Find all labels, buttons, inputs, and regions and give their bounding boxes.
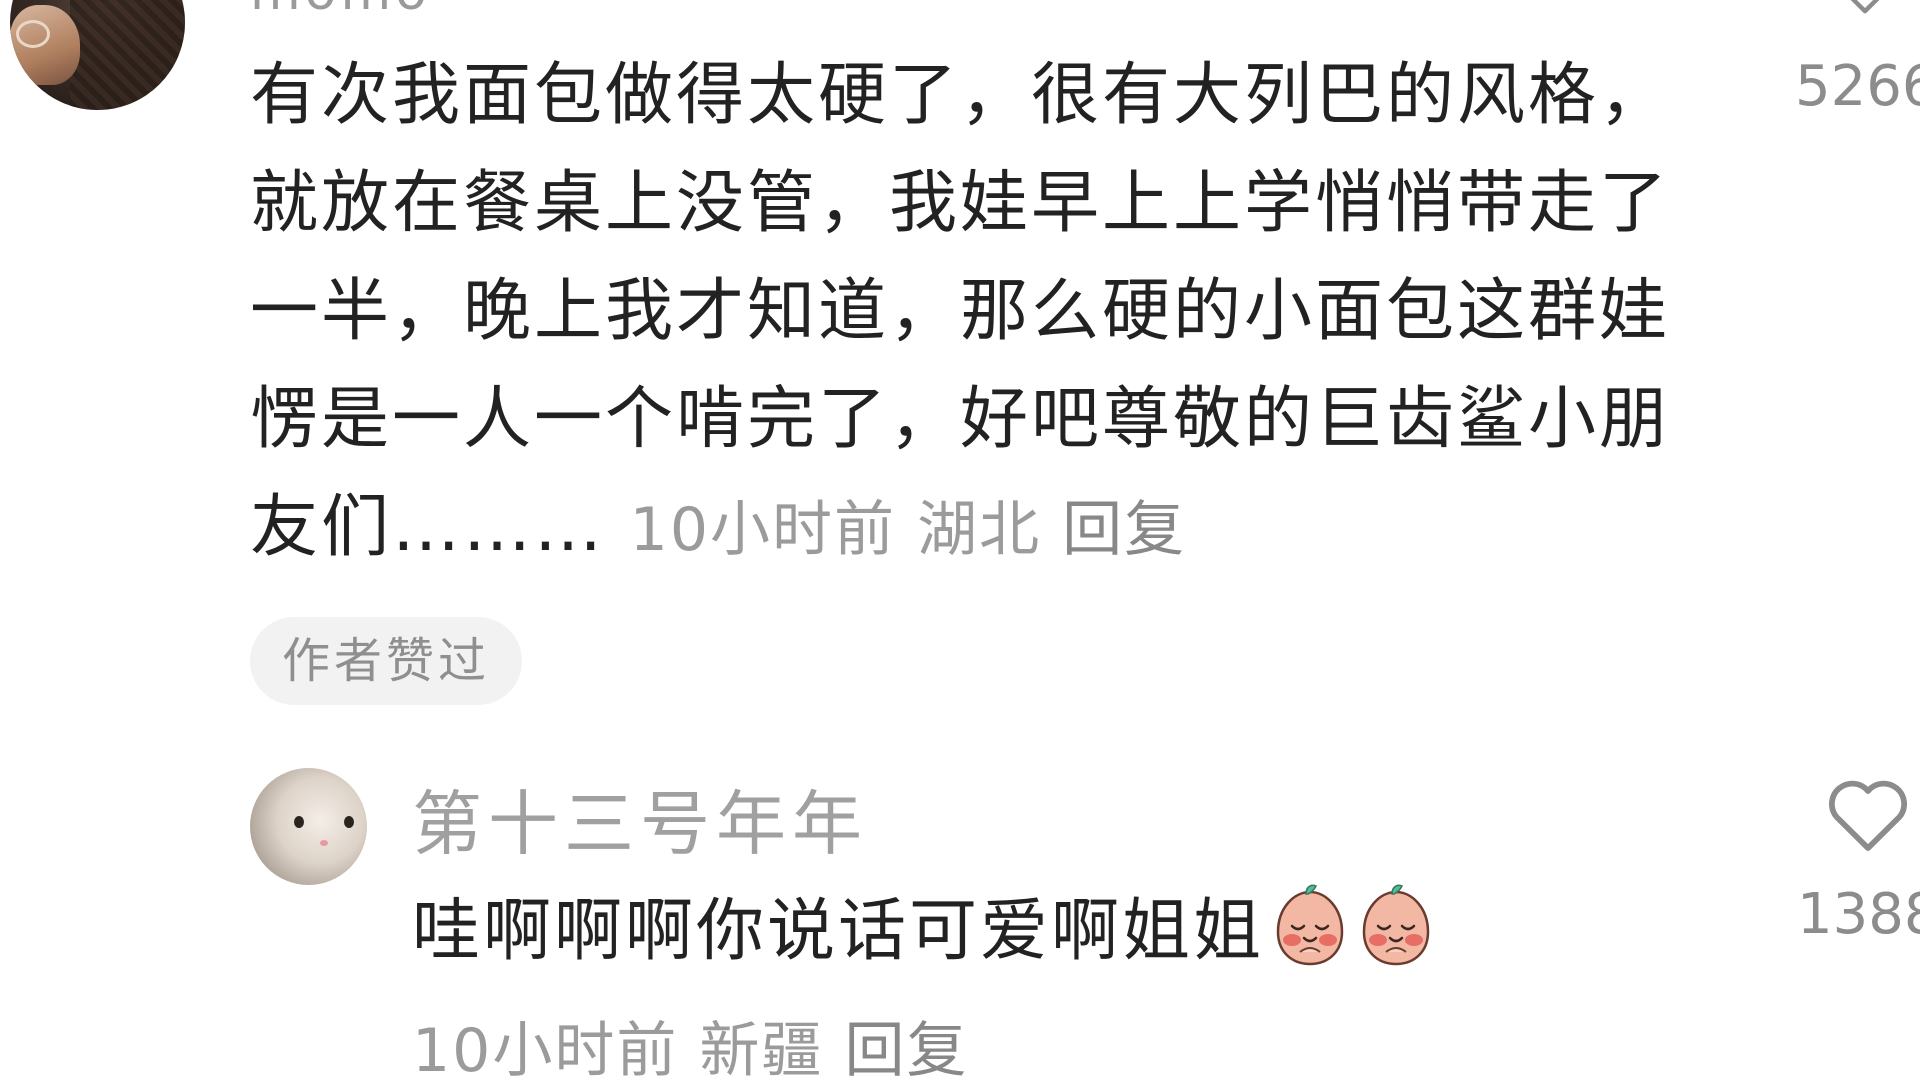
blush-emoji-icon: [1276, 884, 1344, 965]
comment-meta: 10小时前 湖北 回复: [630, 495, 1187, 565]
comment-time: 10小时前: [629, 495, 896, 565]
reply-button[interactable]: 回复: [1062, 495, 1186, 565]
comment-line: 一半，晚上我才知道，那么硬的小面包这群娃: [250, 272, 1671, 351]
heart-outline-icon[interactable]: [1825, 774, 1911, 854]
comment-thread: momo 有次我面包做得太硬了，很有大列巴的风格， 就放在餐桌上没管，我娃早上上…: [0, 0, 1920, 1080]
comment-line: 友们………: [250, 488, 606, 567]
avatar-eye: [344, 816, 354, 828]
reply-meta: 10小时前 新疆 回复: [412, 1002, 969, 1080]
reply-location: 新疆: [699, 1016, 824, 1080]
comment-last-line: 友们……… 10小时前 湖北 回复: [250, 474, 1690, 584]
avatar-eye: [294, 816, 304, 828]
reply-time: 10小时前: [412, 1016, 679, 1080]
heart-outline-icon[interactable]: [1832, 0, 1898, 18]
avatar-nose: [320, 840, 328, 846]
author-liked-badge: 作者赞过: [250, 617, 523, 705]
avatar[interactable]: [10, 0, 185, 110]
comment-location: 湖北: [917, 495, 1042, 565]
comment-line: 愣是一人一个啃完了，好吧尊敬的巨齿鲨小朋: [250, 380, 1671, 459]
comment-line: 有次我面包做得太硬了，很有大列巴的风格，: [250, 56, 1671, 135]
like-count: 1388: [1797, 882, 1920, 947]
blush-emoji-icon: [1362, 884, 1430, 965]
comment-username[interactable]: momo: [250, 0, 431, 22]
reply-username[interactable]: 第十三号年年: [412, 768, 868, 869]
comment-body[interactable]: 有次我面包做得太硬了，很有大列巴的风格， 就放在餐桌上没管，我娃早上上学悄悄带走…: [250, 42, 1690, 584]
reply-text: 哇啊啊啊你说话可爱啊姐姐: [412, 892, 1265, 971]
reply-button[interactable]: 回复: [845, 1016, 969, 1080]
like-count: 5266: [1795, 54, 1920, 119]
avatar[interactable]: [250, 768, 367, 885]
comment-line: 就放在餐桌上没管，我娃早上上学悄悄带走了: [250, 164, 1671, 243]
reply-body[interactable]: 哇啊啊啊你说话可爱啊姐姐: [412, 875, 1436, 974]
